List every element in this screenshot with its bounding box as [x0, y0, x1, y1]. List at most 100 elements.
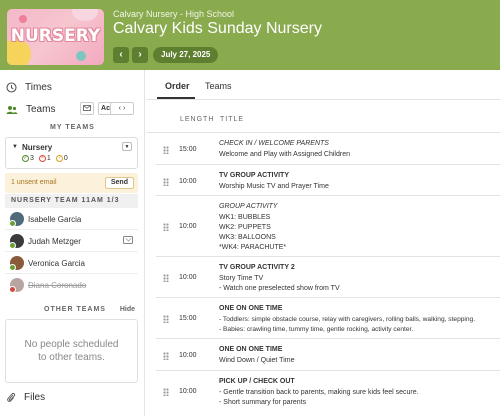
logo-text: NURSERY	[10, 26, 101, 46]
next-date-button[interactable]: ›	[132, 47, 148, 63]
confirmed-count: ✓ 3	[22, 155, 34, 162]
send-button[interactable]: Send	[104, 177, 134, 189]
title-column-header: TITLE	[220, 116, 245, 123]
drag-handle-icon[interactable]	[163, 315, 169, 323]
chevron-left-icon: ‹	[118, 105, 122, 112]
teams-label: Teams	[26, 104, 56, 115]
x-icon: ×	[38, 155, 46, 162]
confirmed-badge-icon	[9, 242, 16, 249]
item-detail: Story Time TV - Watch one preselected sh…	[219, 275, 340, 292]
times-label: Times	[25, 82, 52, 93]
unsent-email-banner: 1 unsent email Send	[5, 173, 138, 193]
order-item[interactable]: 15:00 CHECK IN / WELCOME PARENTS Welcome…	[156, 133, 500, 165]
envelope-icon[interactable]	[123, 236, 133, 244]
files-nav[interactable]: Files	[6, 392, 45, 403]
item-length: 15:00	[179, 315, 197, 322]
item-detail: Wind Down / Quiet Time	[219, 357, 295, 364]
previous-date-button[interactable]: ‹	[113, 47, 129, 63]
chevron-right-icon: ›	[138, 49, 142, 60]
no-people-message: No people scheduled to other teams.	[5, 319, 138, 383]
chevron-left-icon: ‹	[119, 49, 123, 60]
question-icon: ?	[55, 155, 63, 162]
order-item[interactable]: 10:00 TV GROUP ACTIVITY 2 Story Time TV …	[156, 257, 500, 298]
app-header: NURSERY Calvary Nursery - High School Ca…	[0, 0, 500, 70]
hide-other-teams-link[interactable]: Hide	[120, 306, 135, 313]
date-button[interactable]: July 27, 2025	[153, 47, 219, 63]
team-status-counts: ✓ 3 × 1 ? 0	[22, 155, 68, 162]
check-icon: ✓	[22, 155, 29, 162]
active-tab-indicator	[157, 97, 195, 99]
item-length: 10:00	[179, 388, 197, 395]
person-row-declined[interactable]: Diana Coronado	[5, 274, 138, 296]
order-item[interactable]: 10:00 ONE ON ONE TIME Wind Down / Quiet …	[156, 339, 500, 371]
times-nav[interactable]: Times	[6, 82, 52, 93]
person-name: Judah Metzger	[28, 237, 81, 246]
tab-teams[interactable]: Teams	[205, 81, 232, 91]
tab-order[interactable]: Order	[165, 81, 190, 91]
item-length: 10:00	[179, 178, 197, 185]
sidebar: Times Teams Ac ‹ › MY TEAMS ▼ Nursery ▼ …	[0, 70, 145, 416]
item-detail: Welcome and Play with Assigned Children	[219, 151, 350, 158]
unsent-email-text: 1 unsent email	[11, 179, 57, 186]
page-title: Calvary Kids Sunday Nursery	[113, 20, 322, 37]
paperclip-icon	[7, 393, 16, 402]
item-title: ONE ON ONE TIME	[219, 305, 283, 312]
tab-bar: Order Teams	[146, 70, 500, 100]
item-length: 15:00	[179, 146, 197, 153]
files-label: Files	[24, 392, 46, 403]
declined-count: × 1	[38, 155, 51, 162]
team-position-label: NURSERY TEAM 11AM 1/3	[11, 197, 120, 204]
item-detail: - Gentle transition back to parents, mak…	[219, 389, 419, 406]
drag-handle-icon[interactable]	[163, 352, 169, 360]
item-title: CHECK IN / WELCOME PARENTS	[219, 140, 329, 147]
drag-handle-icon[interactable]	[163, 223, 169, 231]
item-detail: - Toddlers: simple obstacle course, rela…	[219, 316, 476, 333]
team-card-nursery[interactable]: ▼ Nursery ▼ ✓ 3 × 1 ? 0	[5, 137, 138, 169]
item-length: 10:00	[179, 352, 197, 359]
my-teams-heading: MY TEAMS	[50, 124, 95, 131]
team-menu-dropdown[interactable]: ▼	[122, 142, 132, 151]
caret-down-icon[interactable]: ▼	[12, 144, 18, 150]
person-name: Diana Coronado	[28, 281, 87, 290]
chevron-right-icon: ›	[122, 105, 126, 112]
item-detail: Worship Music TV and Prayer Time	[219, 183, 329, 190]
order-item[interactable]: 10:00 GROUP ACTIVITY WK1: BUBBLES WK2: P…	[156, 196, 500, 257]
order-item[interactable]: 10:00 TV GROUP ACTIVITY Worship Music TV…	[156, 165, 500, 196]
pending-count: ? 0	[55, 155, 68, 162]
order-item[interactable]: 15:00 ONE ON ONE TIME - Toddlers: simple…	[156, 298, 500, 339]
team-position-bar: NURSERY TEAM 11AM 1/3	[5, 194, 138, 208]
declined-badge-icon	[9, 286, 16, 293]
people-icon	[6, 105, 18, 114]
person-row[interactable]: Judah Metzger	[5, 230, 138, 252]
drag-handle-icon[interactable]	[163, 178, 169, 186]
confirmed-badge-icon	[9, 220, 16, 227]
confirmed-badge-icon	[9, 264, 16, 271]
drag-handle-icon[interactable]	[163, 388, 169, 396]
length-column-header: LENGTH	[180, 116, 215, 123]
envelope-icon	[83, 105, 91, 111]
person-name: Isabelle Garcia	[28, 215, 82, 224]
person-name: Veronica Garcia	[28, 259, 85, 268]
column-headers: LENGTH TITLE	[146, 101, 500, 133]
item-length: 10:00	[179, 223, 197, 230]
other-teams-heading: OTHER TEAMS	[44, 306, 106, 313]
team-name: Nursery	[22, 143, 53, 152]
scroll-buttons[interactable]: ‹ ›	[110, 102, 134, 115]
clock-icon	[6, 82, 17, 93]
teams-nav[interactable]: Teams	[6, 104, 55, 115]
person-row[interactable]: Veronica Garcia	[5, 252, 138, 274]
drag-handle-icon[interactable]	[163, 274, 169, 282]
drag-handle-icon[interactable]	[163, 146, 169, 154]
item-title: GROUP ACTIVITY	[219, 203, 278, 210]
item-length: 10:00	[179, 274, 197, 281]
item-title: ONE ON ONE TIME	[219, 346, 283, 353]
org-name[interactable]: Calvary Nursery - High School	[113, 9, 234, 19]
email-team-button[interactable]	[80, 102, 94, 115]
nursery-logo: NURSERY	[7, 9, 104, 65]
order-item[interactable]: 10:00 PICK UP / CHECK OUT - Gentle trans…	[156, 371, 500, 416]
person-row[interactable]: Isabelle Garcia	[5, 208, 138, 230]
item-title: TV GROUP ACTIVITY	[219, 172, 290, 179]
item-title: PICK UP / CHECK OUT	[219, 378, 295, 385]
item-title: TV GROUP ACTIVITY 2	[219, 264, 295, 271]
item-detail: WK1: BUBBLES WK2: PUPPETS WK3: BALLOONS …	[219, 214, 287, 251]
